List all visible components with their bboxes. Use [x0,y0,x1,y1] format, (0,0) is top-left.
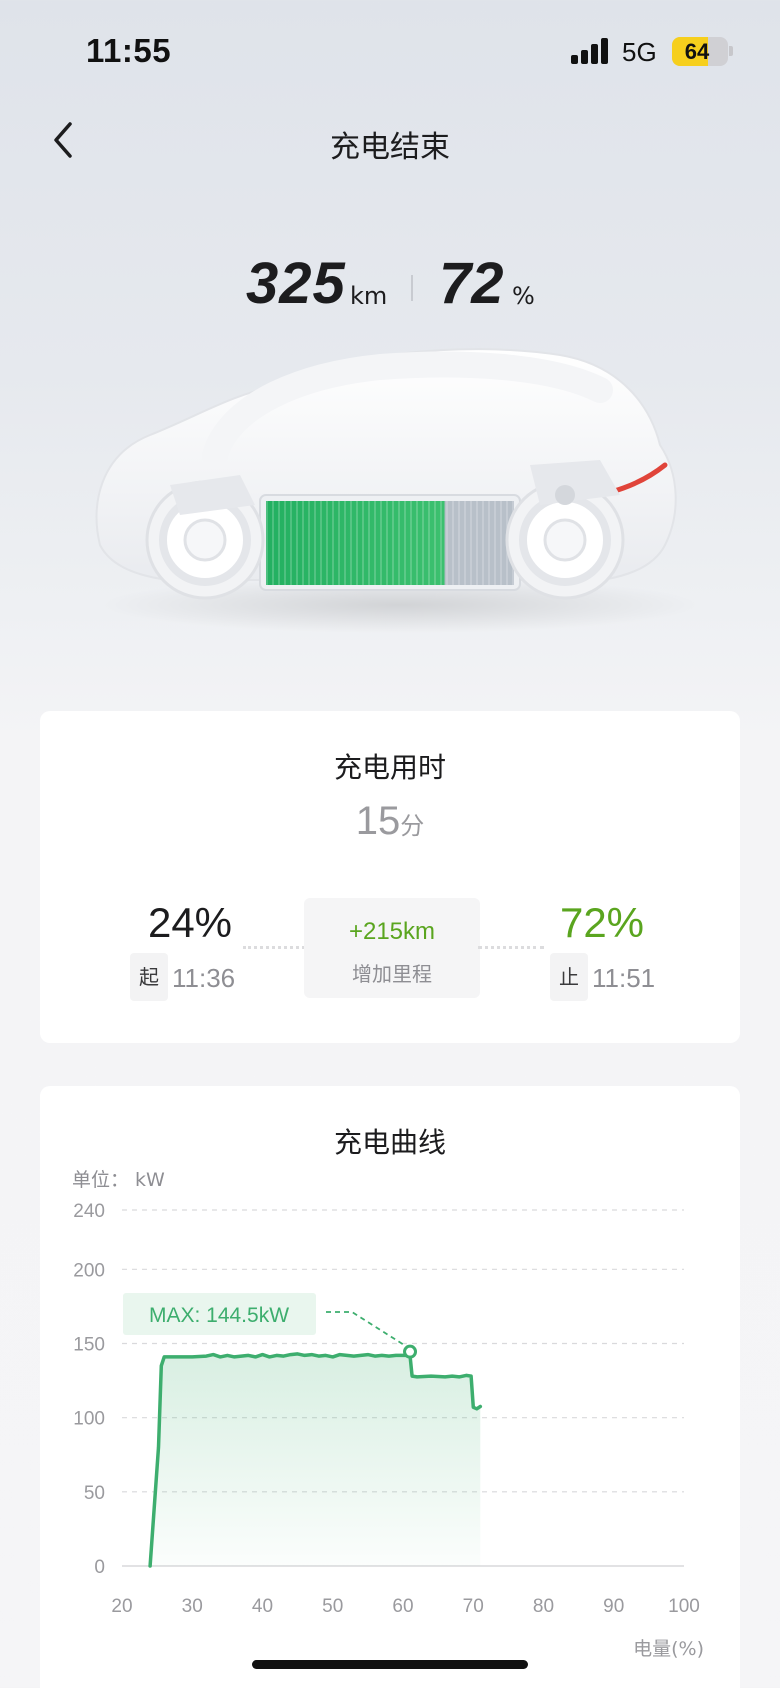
battery-level: 64 [684,39,710,64]
y-tick-label: 50 [84,1483,105,1504]
stat-divider [411,275,413,301]
added-range-value: +215km [348,918,436,945]
max-point [403,1344,418,1359]
network-label: 5G [622,37,657,67]
charge-curve-chart: 单位： kW 0 50 100 150 200 240 20 30 40 50 60 70 80 90 100… [72,1169,704,1660]
y-tick-label: 150 [73,1335,105,1356]
home-indicator[interactable] [252,1660,528,1669]
added-range-label: 增加里程 [352,962,432,986]
end-tag: 止 [550,953,588,1001]
x-tick-label: 20 [111,1596,132,1617]
x-tick-label: 50 [322,1596,343,1617]
x-axis-label: 电量(%) [633,1638,704,1660]
charge-time-title: 充电用时 [333,751,446,784]
y-tick-label: 200 [73,1260,105,1281]
duration-value: 15 [355,799,401,843]
x-tick-label: 60 [392,1596,413,1617]
soc-value: 72 [439,251,504,316]
battery-tip [729,46,733,56]
unit-label: 单位： kW [72,1169,165,1191]
end-percent: 72% [559,899,645,946]
added-range-box: +215km 增加里程 [304,898,480,998]
car-illustration [95,348,700,633]
start-percent: 24% [147,899,233,946]
start-time: 11:36 [172,963,236,993]
range-value: 325 [246,251,346,316]
x-tick-label: 70 [463,1596,484,1617]
page-title: 充电结束 [330,130,450,165]
max-label: MAX: 144.5kW [149,1304,289,1327]
dotted-connector-right [478,946,544,949]
summary-stats: 325 km 72 % [0,250,780,320]
y-tick-label: 240 [73,1201,105,1222]
x-tick-label: 40 [252,1596,273,1617]
x-tick-label: 90 [603,1596,624,1617]
charge-duration: 15分 [40,799,740,844]
y-tick-label: 100 [73,1409,105,1430]
duration-unit: 分 [400,812,425,840]
signal-icon [571,38,611,64]
y-tick-label: 0 [94,1557,105,1578]
x-tick-label: 30 [182,1596,203,1617]
x-tick-label: 80 [533,1596,554,1617]
start-tag: 起 [130,953,168,1001]
series-area [150,1353,481,1566]
soc-unit: % [512,282,535,310]
x-tick-label: 100 [668,1596,700,1617]
max-leader-line [326,1311,411,1350]
battery-icon: 64 [672,37,728,66]
end-time: 11:51 [592,963,656,993]
status-bar: 11:55 5G 64 [0,0,780,100]
status-time: 11:55 [86,32,172,69]
charge-curve-card: 充电曲线 单位： kW 0 50 100 150 200 240 20 30 40 50 60 70 80… [40,1086,740,1688]
range-unit: km [350,282,388,310]
charge-time-card: 充电用时 15分 24% 起 11:36 +215km 增加里程 72% 止 1… [40,711,740,1043]
